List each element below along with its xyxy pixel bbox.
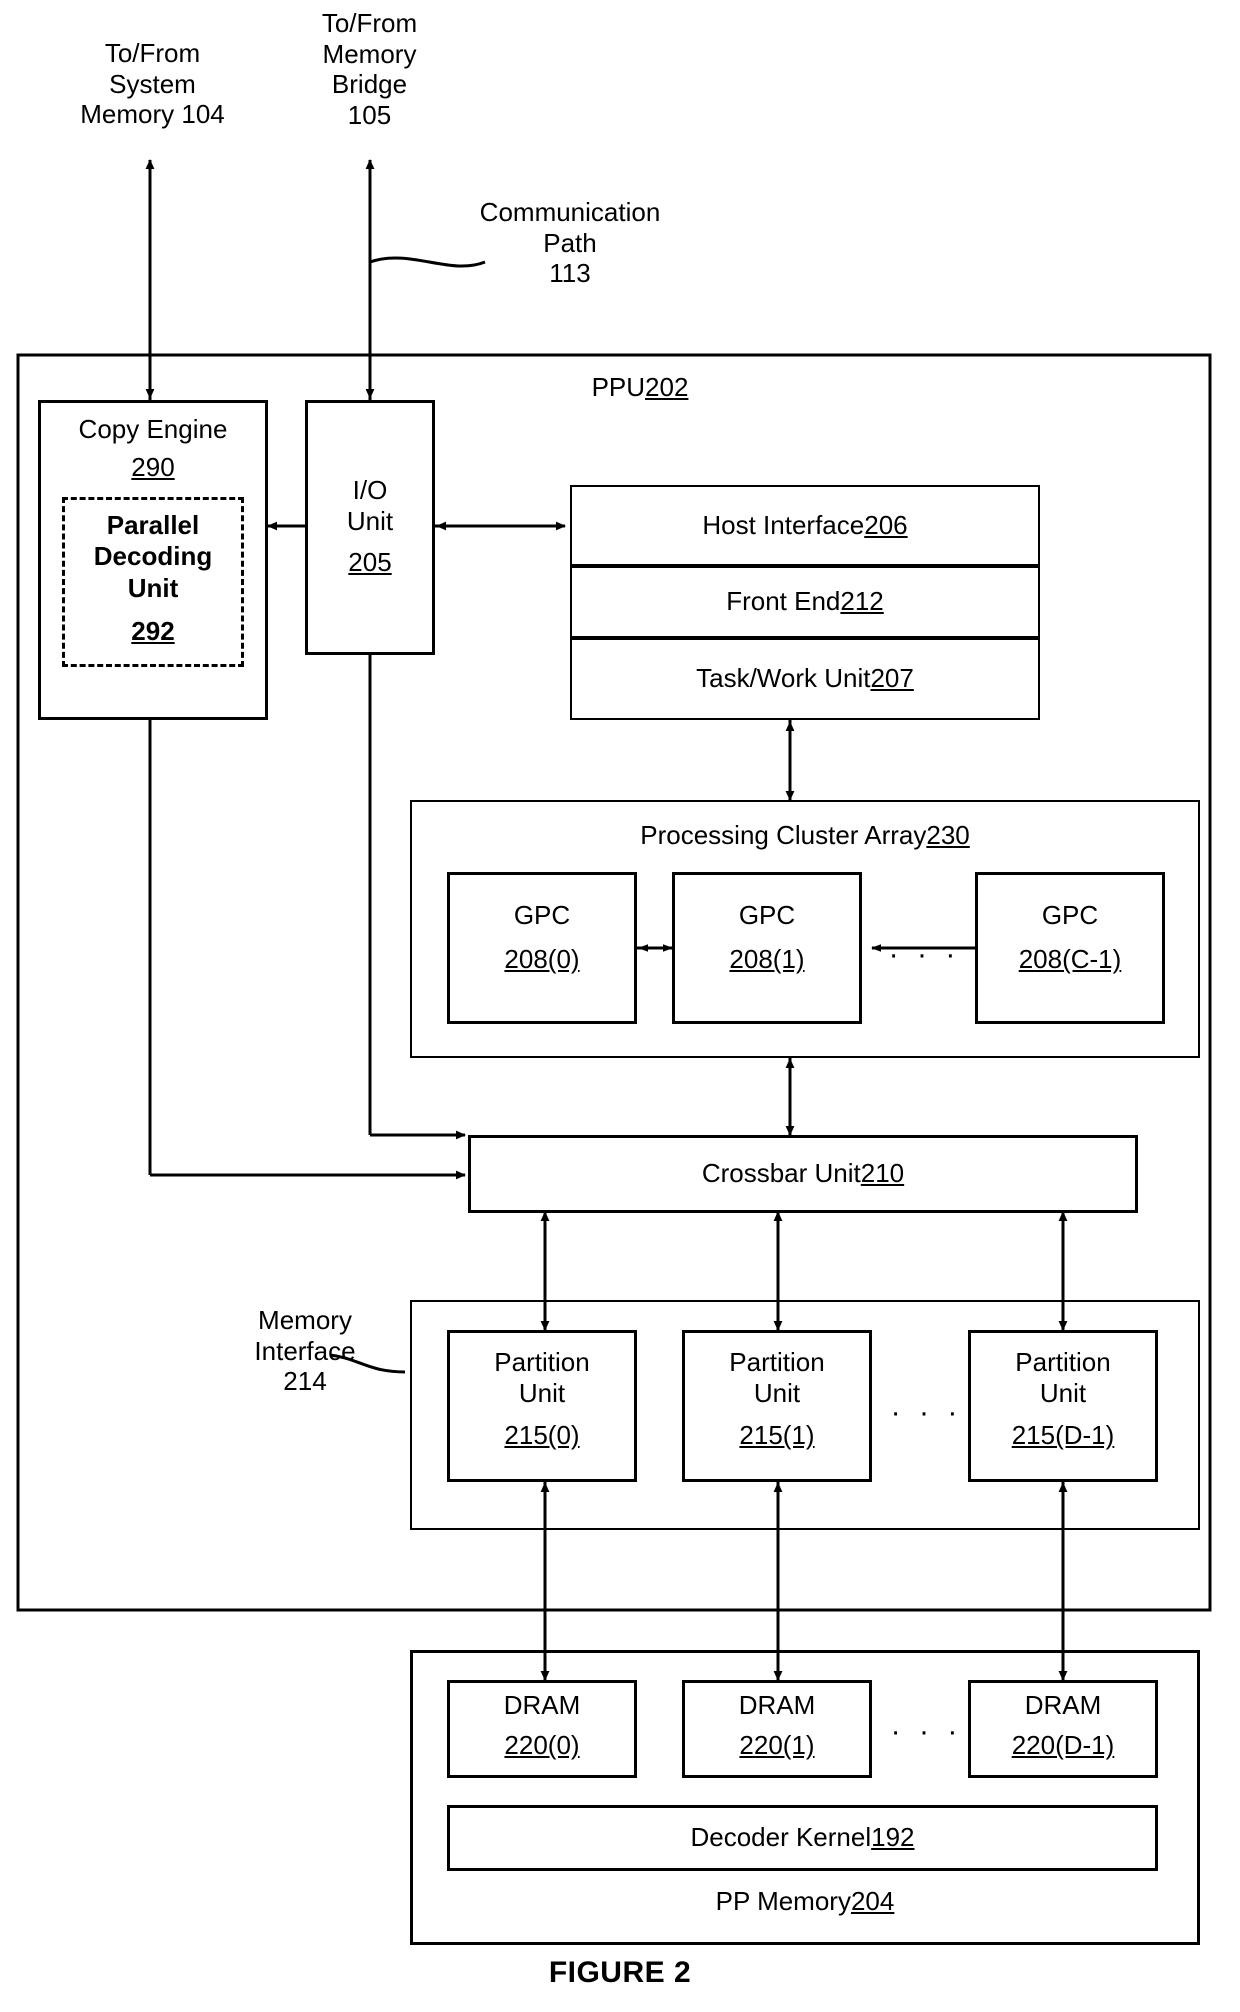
front-end-label-text: Front End	[726, 586, 841, 617]
pp-memory-ref-text: 204	[850, 1886, 895, 1917]
dram-ellipsis: · · ·	[890, 1715, 963, 1748]
dram-1-ref: 220(1)	[682, 1728, 872, 1764]
decoder-kernel-ref-text: 192	[871, 1822, 915, 1853]
ppu-title-text: PPU	[591, 372, 646, 403]
decoder-kernel-label-text: Decoder Kernel	[690, 1822, 872, 1853]
copy-engine-ref-text: 290	[131, 452, 175, 483]
partition-unit-ellipsis: · · ·	[890, 1396, 963, 1429]
patent-figure-2: To/From System Memory 104 To/From Memory…	[0, 0, 1240, 2012]
decoder-kernel-label: Decoder Kernel 192	[447, 1805, 1158, 1871]
partition-unit-0-label-text: Partition Unit	[494, 1346, 590, 1408]
io-unit-ref-text: 205	[348, 547, 392, 578]
gpc-0-ref-text: 208(0)	[504, 944, 580, 975]
partition-unit-0-ref: 215(0)	[447, 1418, 637, 1454]
dram-d-1-label-text: DRAM	[1024, 1690, 1102, 1721]
host-interface-label-text: Host Interface	[702, 509, 865, 540]
dram-0-ref: 220(0)	[447, 1728, 637, 1764]
dram-1-label-text: DRAM	[738, 1690, 816, 1721]
parallel-decoding-unit-ref: 292	[62, 612, 244, 652]
processing-cluster-array-ref-text: 230	[926, 820, 970, 851]
dram-d-1-ref-text: 220(D-1)	[1011, 1730, 1115, 1761]
processing-cluster-array-label: Processing Cluster Array 230	[410, 818, 1200, 854]
partition-unit-d-1-label: Partition Unit	[968, 1342, 1158, 1414]
copy-engine-label: Copy Engine	[38, 412, 268, 448]
gpc-1-ref-text: 208(1)	[729, 944, 805, 975]
partition-unit-d-1-ref: 215(D-1)	[968, 1418, 1158, 1454]
partition-unit-1-ref-text: 215(1)	[739, 1420, 815, 1451]
partition-unit-d-1-ref-text: 215(D-1)	[1011, 1420, 1115, 1451]
io-unit-label-text: I/O Unit	[346, 474, 394, 536]
partition-unit-1-label: Partition Unit	[682, 1342, 872, 1414]
crossbar-unit-label-text: Crossbar Unit	[701, 1158, 861, 1189]
external-label-system-memory: To/From System Memory 104	[80, 38, 225, 130]
dram-d-1-label: DRAM	[968, 1688, 1158, 1724]
partition-unit-1-label-text: Partition Unit	[729, 1346, 825, 1408]
dram-d-1-ref: 220(D-1)	[968, 1728, 1158, 1764]
front-end-label: Front End 212	[570, 566, 1040, 638]
gpc-c-1-label: GPC	[975, 898, 1165, 934]
crossbar-unit-ref-text: 210	[860, 1158, 905, 1189]
parallel-decoding-unit-label-text: Parallel Decoding Unit	[93, 510, 213, 603]
dram-0-label: DRAM	[447, 1688, 637, 1724]
task-work-unit-label: Task/Work Unit 207	[570, 638, 1040, 720]
gpc-c-1-ref-text: 208(C-1)	[1018, 944, 1122, 975]
gpc-1-ref: 208(1)	[672, 942, 862, 978]
gpc-ellipsis: · · ·	[888, 938, 961, 971]
partition-unit-1-ref: 215(1)	[682, 1418, 872, 1454]
front-end-ref-text: 212	[840, 586, 884, 617]
io-unit-label: I/O Unit	[305, 470, 435, 542]
gpc-1-label: GPC	[672, 898, 862, 934]
pp-memory-label-text: PP Memory	[715, 1886, 851, 1917]
task-work-unit-label-text: Task/Work Unit	[696, 663, 871, 694]
processing-cluster-array-label-text: Processing Cluster Array	[640, 820, 927, 851]
task-work-unit-ref-text: 207	[870, 663, 914, 694]
ppu-title: PPU 202	[480, 368, 800, 408]
ppu-title-ref: 202	[645, 372, 689, 403]
gpc-1-label-text: GPC	[738, 900, 796, 931]
gpc-c-1-ref: 208(C-1)	[975, 942, 1165, 978]
parallel-decoding-unit-label: Parallel Decoding Unit	[62, 503, 244, 611]
copy-engine-ref: 290	[38, 450, 268, 486]
dram-0-ref-text: 220(0)	[504, 1730, 580, 1761]
gpc-c-1-label-text: GPC	[1041, 900, 1099, 931]
external-label-memory-bridge: To/From Memory Bridge 105	[321, 8, 418, 131]
gpc-0-label: GPC	[447, 898, 637, 934]
host-interface-label: Host Interface 206	[570, 485, 1040, 566]
gpc-0-label-text: GPC	[513, 900, 571, 931]
partition-unit-0-label: Partition Unit	[447, 1342, 637, 1414]
figure-caption: FIGURE 2	[548, 1956, 692, 1989]
external-label-memory-interface: Memory Interface 214	[254, 1305, 356, 1397]
copy-engine-label-text: Copy Engine	[78, 414, 228, 445]
partition-unit-d-1-label-text: Partition Unit	[1015, 1346, 1111, 1408]
crossbar-unit-label: Crossbar Unit 210	[468, 1135, 1138, 1213]
external-label-communication-path: Communication Path 113	[479, 197, 661, 289]
io-unit-ref: 205	[305, 545, 435, 581]
dram-1-ref-text: 220(1)	[739, 1730, 815, 1761]
dram-1-label: DRAM	[682, 1688, 872, 1724]
gpc-0-ref: 208(0)	[447, 942, 637, 978]
partition-unit-0-ref-text: 215(0)	[504, 1420, 580, 1451]
parallel-decoding-unit-ref-text: 292	[131, 616, 175, 647]
host-interface-ref-text: 206	[864, 509, 908, 540]
pp-memory-label: PP Memory 204	[410, 1880, 1200, 1924]
dram-0-label-text: DRAM	[503, 1690, 581, 1721]
